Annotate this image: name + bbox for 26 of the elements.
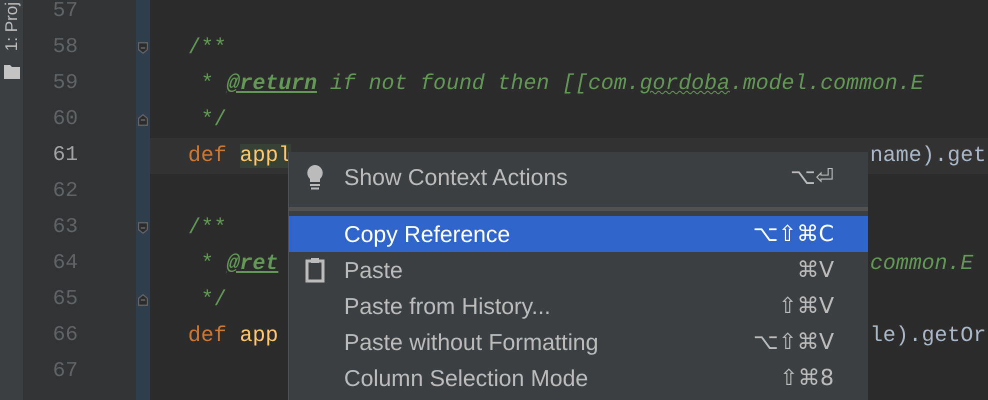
code-text: common.E: [869, 251, 974, 278]
menu-item[interactable]: Paste without Formatting ⌥⇧⌘V: [289, 324, 868, 360]
fold-marker-icon[interactable]: [136, 40, 150, 56]
code-text: def app: [187, 323, 278, 350]
code-text: /**: [187, 35, 227, 62]
menu-item[interactable]: Column Selection Mode ⇧⌘8: [289, 360, 868, 396]
code-text: * @ret: [200, 251, 278, 278]
menu-item[interactable]: Show Context Actions ⌥⏎: [289, 152, 868, 202]
fold-marker-icon[interactable]: [136, 112, 150, 128]
folder-icon: [2, 63, 20, 82]
menu-item[interactable]: Paste from History... ⇧⌘V: [289, 288, 868, 324]
menu-item[interactable]: Copy Reference ⌥⇧⌘C: [289, 216, 868, 252]
code-text: */: [200, 287, 227, 314]
code-text: name).get: [869, 143, 988, 170]
code-text: def appl: [187, 143, 292, 170]
project-tab[interactable]: 1: Proj: [0, 2, 22, 52]
menu-item[interactable]: Paste ⌘V: [289, 252, 868, 288]
code-text: /**: [187, 215, 227, 242]
code-text: le).getOr: [869, 323, 988, 350]
fold-marker-icon[interactable]: [136, 292, 150, 308]
fold-marker-icon[interactable]: [136, 220, 150, 236]
lightbulb-icon: [305, 164, 325, 190]
code-text: * @return if not found then [[com.gordoba.model.common.E: [200, 71, 924, 98]
code-text: */: [200, 107, 227, 134]
line-number: 61: [52, 143, 79, 169]
clipboard-icon: [305, 257, 325, 283]
